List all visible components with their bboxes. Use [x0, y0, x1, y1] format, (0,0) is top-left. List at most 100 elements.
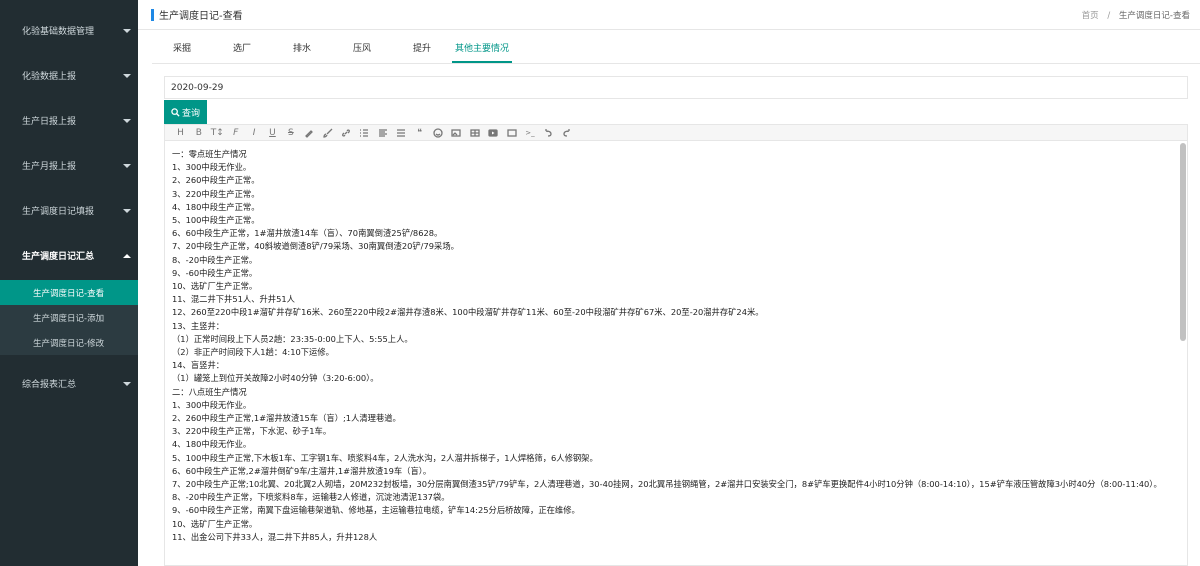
tab-concentrator[interactable]: 选厂: [212, 38, 272, 63]
page-title: 生产调度日记-查看: [159, 11, 243, 22]
list-icon[interactable]: [357, 126, 372, 140]
content-line: 6、60中段生产正常,2#溜井倒矿9车/主溜井,1#溜井放渣19车（盲）。: [172, 465, 432, 476]
content-line: 3、220中段生产正常，下水泥、砂子1车。: [172, 426, 332, 437]
link-icon[interactable]: [339, 126, 354, 140]
breadcrumb-current: 生产调度日记-查看: [1118, 11, 1190, 21]
search-icon: [171, 107, 180, 117]
editor-toolbar: H B T↕ F I U S ❝ >_: [165, 125, 1187, 141]
terminal-glyph: >_: [525, 128, 535, 137]
content-line: 6、60中段生产正常，1#溜井放渣14车（盲）、70南翼倒渣25铲/8628。: [172, 228, 443, 239]
content-line: 5、100中段生产正常,下木板1车、工字钢1车、喷浆料4车，2人洗水沟，2人溜井…: [172, 452, 598, 463]
sidebar-item-label: 生产日报上报: [22, 117, 77, 127]
content-line: 7、20中段生产正常;10北翼、20北翼2人砌墙，20M232封板墙，30分层南…: [172, 479, 1162, 490]
chevron-down-icon: [123, 73, 131, 78]
content-line: 4、180中段生产正常。: [172, 201, 260, 212]
main-content: 生产调度日记-查看 首页 / 生产调度日记-查看 采掘 选厂 排水 压风 提升 …: [138, 0, 1200, 566]
page-header: 生产调度日记-查看 首页 / 生产调度日记-查看: [138, 0, 1200, 30]
content-line: 12、260至220中段1#溜矿井存矿16米、260至220中段2#溜井存渣8米…: [172, 307, 764, 318]
content-line: 9、-60中段生产正常。: [172, 267, 258, 278]
content-line: （1）正常时间段上下人员2趟：23:35-0:00上下人、5:55上人。: [172, 333, 413, 344]
sidebar-subitem-label: 生产调度日记-修改: [33, 338, 105, 349]
content-line: 14、盲竖井：: [172, 360, 225, 371]
sidebar-subitem-view[interactable]: 生产调度日记-查看: [0, 280, 138, 305]
table-icon[interactable]: [467, 126, 482, 140]
breadcrumb-home-link[interactable]: 首页: [1082, 11, 1099, 21]
text-size-icon[interactable]: T↕: [210, 126, 225, 140]
tab-mining[interactable]: 采掘: [152, 38, 212, 63]
highlighter-icon[interactable]: [302, 126, 317, 140]
image-icon[interactable]: [449, 126, 464, 140]
emoji-icon[interactable]: [430, 126, 445, 140]
bold-icon[interactable]: B: [191, 126, 206, 140]
content-line: 7、20中段生产正常，40斜坡道倒渣8铲/79采场、30南翼倒渣20铲/79采场…: [172, 241, 459, 252]
content-line: 8、-20中段生产正常。: [172, 254, 258, 265]
content-line: 9、-60中段生产正常，南翼下盘运输巷架道轨、修地基，主运输巷拉电缆，铲车14:…: [172, 505, 580, 516]
tab-other-main[interactable]: 其他主要情况: [452, 38, 512, 63]
tab-hoisting[interactable]: 提升: [392, 38, 452, 63]
code-block-icon[interactable]: [504, 126, 519, 140]
strikethrough-icon[interactable]: S: [283, 126, 298, 140]
strikethrough-glyph: S: [287, 127, 294, 138]
title-accent-bar: [151, 8, 154, 21]
vertical-scrollbar[interactable]: [1180, 143, 1186, 341]
chevron-down-icon: [123, 381, 131, 386]
align-icon[interactable]: [375, 126, 390, 140]
content-line: 4、180中段无作业。: [172, 439, 252, 450]
terminal-icon[interactable]: >_: [522, 126, 537, 140]
content-line: 13、主竖井：: [172, 320, 225, 331]
content-line: 8、-20中段生产正常，下喷浆料8车，运输巷2人修道，沉淀池清泥137袋。: [172, 492, 450, 503]
tab-divider: [152, 63, 1200, 64]
query-button[interactable]: 查询: [164, 100, 207, 124]
quote-icon[interactable]: ❝: [412, 126, 427, 140]
font-icon[interactable]: F: [228, 126, 243, 140]
editor-content[interactable]: 一：零点班生产情况 1、300中段无作业。 2、260中段生产正常。 3、220中段生…: [165, 142, 1175, 565]
sidebar-subitem-add[interactable]: 生产调度日记-添加: [0, 305, 138, 330]
date-input[interactable]: [164, 76, 1188, 99]
content-line: 2、260中段生产正常,1#溜井放渣15车（盲）;1人清理巷道。: [172, 413, 401, 424]
content-line: 二：八点班生产情况: [172, 386, 247, 397]
sidebar-item-assay-report[interactable]: 化验数据上报: [0, 53, 138, 98]
heading-icon[interactable]: H: [173, 126, 188, 140]
sidebar-subitem-edit[interactable]: 生产调度日记-修改: [0, 330, 138, 355]
sidebar-submenu: 生产调度日记-查看 生产调度日记-添加 生产调度日记-修改: [0, 280, 138, 355]
sidebar-item-comprehensive-report[interactable]: 综合报表汇总: [0, 361, 138, 406]
sidebar: 化验基础数据管理 化验数据上报 生产日报上报 生产月报上报 生产调度日记填报 生…: [0, 0, 138, 566]
video-icon[interactable]: [486, 126, 501, 140]
sidebar-item-daily-report[interactable]: 生产日报上报: [0, 98, 138, 143]
chevron-down-icon: [123, 208, 131, 213]
content-line: 10、选矿厂生产正常。: [172, 281, 258, 292]
bold-glyph: B: [195, 127, 202, 138]
breadcrumb: 首页 / 生产调度日记-查看: [1082, 9, 1190, 21]
chevron-down-icon: [123, 118, 131, 123]
quote-glyph: ❝: [417, 127, 422, 138]
italic-icon[interactable]: I: [247, 126, 262, 140]
sidebar-item-label: 生产月报上报: [22, 162, 77, 172]
content-line: 1、300中段无作业。: [172, 399, 252, 410]
content-line: 11、出金公司下井33人，混二井下井85人，升井128人: [172, 531, 378, 542]
chevron-down-icon: [123, 28, 131, 33]
sidebar-subitem-label: 生产调度日记-查看: [33, 288, 105, 299]
redo-icon[interactable]: [559, 126, 574, 140]
content-line: 3、220中段生产正常。: [172, 188, 260, 199]
sidebar-item-label: 化验基础数据管理: [22, 27, 95, 37]
content-line: 一：零点班生产情况: [172, 149, 247, 159]
text-size-glyph: T↕: [210, 127, 224, 138]
chevron-down-icon: [123, 163, 131, 168]
tab-compressed-air[interactable]: 压风: [332, 38, 392, 63]
sidebar-item-dispatch-log-summary[interactable]: 生产调度日记汇总: [0, 233, 138, 278]
content-line: 10、选矿厂生产正常。: [172, 518, 258, 529]
brush-icon[interactable]: [320, 126, 335, 140]
tab-drainage[interactable]: 排水: [272, 38, 332, 63]
sidebar-item-label: 化验数据上报: [22, 72, 77, 82]
content-line: 2、260中段生产正常。: [172, 175, 260, 186]
sidebar-item-assay-base-data[interactable]: 化验基础数据管理: [0, 8, 138, 53]
italic-glyph: I: [252, 127, 256, 138]
sidebar-item-monthly-report[interactable]: 生产月报上报: [0, 143, 138, 188]
underline-glyph: U: [269, 127, 276, 138]
undo-icon[interactable]: [541, 126, 556, 140]
content-line: （2）非正产时间段下人1趟：4:10下运修。: [172, 347, 334, 358]
rich-text-editor[interactable]: H B T↕ F I U S ❝ >_ 一：零点班生产情况 1、300中段无作业。…: [164, 124, 1188, 566]
underline-icon[interactable]: U: [265, 126, 280, 140]
sidebar-item-dispatch-log-entry[interactable]: 生产调度日记填报: [0, 188, 138, 233]
table-grid-icon[interactable]: [394, 126, 409, 140]
